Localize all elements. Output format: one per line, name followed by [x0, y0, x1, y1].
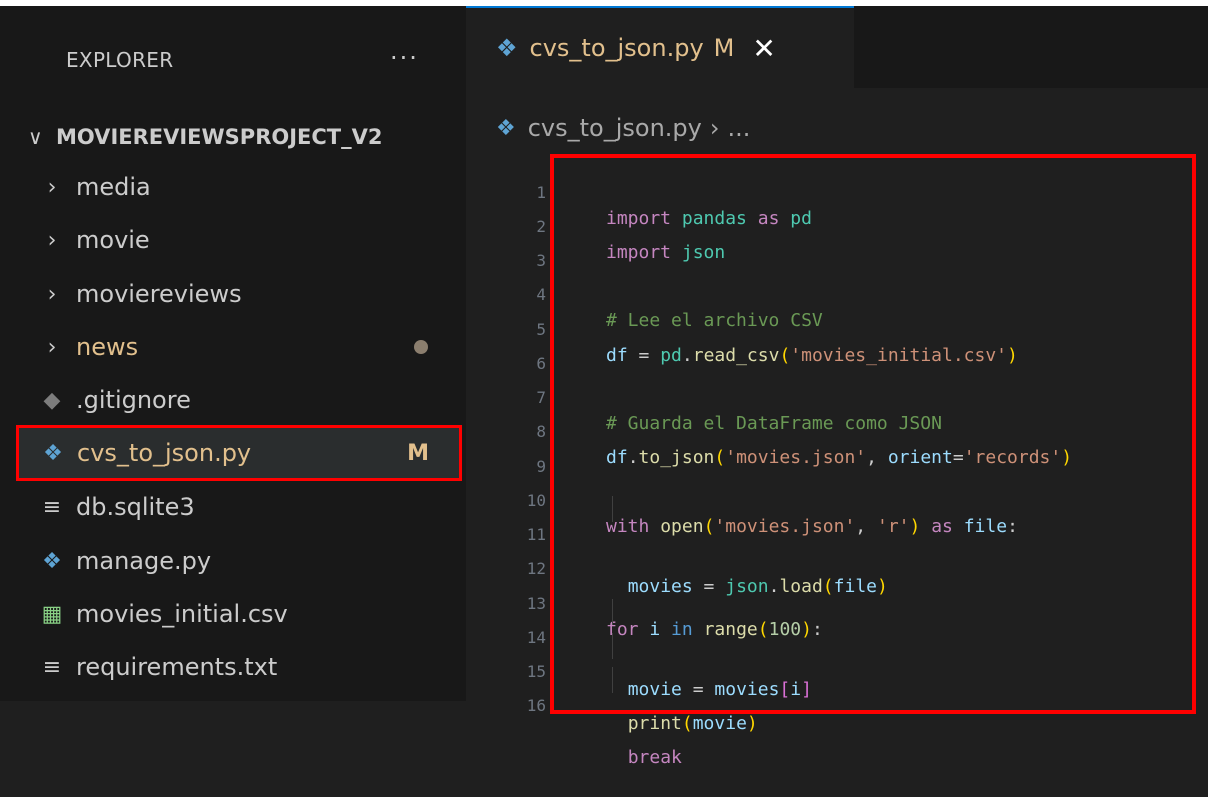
tab-label: cvs_to_json.py: [529, 34, 704, 62]
tree-item-label: manage.py: [76, 547, 212, 575]
tree-file-cvs-to-json[interactable]: ❖ cvs_to_json.py M: [16, 425, 462, 481]
project-folder-header[interactable]: ∨ MOVIEREVIEWSPROJECT_V2: [28, 122, 382, 152]
project-name: MOVIEREVIEWSPROJECT_V2: [56, 125, 383, 149]
git-icon: ◆: [43, 387, 61, 413]
tree-item-label: movie: [76, 226, 150, 254]
tree-item-label: .gitignore: [76, 386, 191, 414]
more-actions-icon[interactable]: ···: [390, 44, 419, 72]
tree-item-label: news: [76, 333, 139, 361]
chevron-down-icon: ∨: [28, 125, 43, 149]
code-text: print(movie): [627, 713, 758, 734]
modified-badge: M: [407, 440, 429, 466]
highlight-box: [550, 154, 1196, 714]
tree-item-label: moviereviews: [76, 280, 242, 308]
python-icon: ❖: [496, 115, 516, 141]
tree-file-movies-initial-csv[interactable]: ▦ movies_initial.csv: [18, 591, 462, 637]
explorer-title: EXPLORER: [66, 48, 174, 72]
tree-item-label: db.sqlite3: [76, 493, 195, 521]
tab-bar: ❖ cvs_to_json.py M ✕: [466, 6, 1208, 88]
code-text: break: [627, 747, 682, 768]
tab-cvs-to-json[interactable]: ❖ cvs_to_json.py M ✕: [466, 6, 854, 88]
breadcrumb: ❖ cvs_to_json.py › ...: [496, 114, 750, 142]
tree-item-label: requirements.txt: [76, 653, 278, 681]
editor-pane: ❖ cvs_to_json.py M ✕ ❖ cvs_to_json.py › …: [466, 6, 1208, 768]
lines-icon: ≡: [42, 494, 62, 520]
modified-dot-icon: [414, 340, 428, 354]
tree-folder-news[interactable]: › news: [18, 324, 462, 370]
explorer-sidebar: EXPLORER ··· ∨ MOVIEREVIEWSPROJECT_V2 › …: [0, 6, 466, 701]
tree-folder-movie[interactable]: › movie: [18, 217, 462, 263]
tree-file-gitignore[interactable]: ◆ .gitignore: [18, 377, 462, 423]
lines-icon: ≡: [42, 654, 62, 680]
python-icon: ❖: [496, 34, 518, 62]
chevron-right-icon: ›: [47, 227, 57, 253]
chevron-right-icon: ›: [47, 334, 57, 360]
table-icon: ▦: [41, 601, 63, 627]
line-number: 16: [526, 696, 546, 715]
breadcrumb-symbols[interactable]: ...: [727, 114, 750, 142]
tab-modified-badge: M: [713, 34, 735, 62]
tree-folder-media[interactable]: › media: [18, 164, 462, 210]
breadcrumb-file[interactable]: cvs_to_json.py: [528, 114, 702, 142]
tree-folder-moviereviews[interactable]: › moviereviews: [18, 271, 462, 317]
tree-item-label: media: [76, 173, 151, 201]
tree-item-label: cvs_to_json.py: [77, 439, 252, 467]
tree-file-requirements-txt[interactable]: ≡ requirements.txt: [18, 644, 462, 690]
breadcrumb-separator: ›: [709, 114, 720, 142]
tree-item-label: movies_initial.csv: [76, 600, 288, 628]
tree-file-db-sqlite3[interactable]: ≡ db.sqlite3: [18, 484, 462, 530]
tree-file-manage-py[interactable]: ❖ manage.py: [18, 538, 462, 584]
python-icon: ❖: [42, 548, 62, 574]
python-icon: ❖: [43, 440, 63, 466]
close-icon[interactable]: ✕: [752, 32, 775, 65]
chevron-right-icon: ›: [47, 174, 57, 200]
chevron-right-icon: ›: [47, 281, 57, 307]
